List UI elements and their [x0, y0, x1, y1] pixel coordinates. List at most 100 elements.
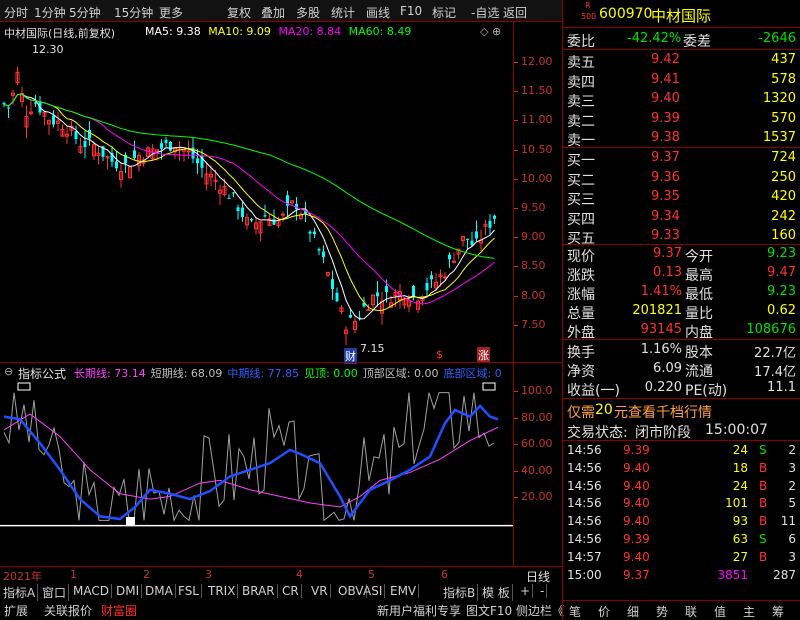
bid-price: 9.34 — [651, 208, 680, 224]
toolbar-10[interactable]: F10 — [400, 4, 422, 18]
toolbar-9[interactable]: 画线 — [366, 4, 390, 21]
indicator-tab[interactable]: ASI — [363, 584, 386, 598]
indicator-tab[interactable]: BRAR — [242, 584, 278, 598]
indicator-tab[interactable]: 窗口 — [42, 584, 70, 601]
stat2-value: 1.16% — [640, 342, 682, 357]
indicator-tab[interactable]: 模 板 — [482, 584, 513, 601]
candle-body — [7, 107, 10, 109]
promo-link[interactable]: 仅需 20 元查看千档行情 — [563, 401, 800, 421]
candle-body — [313, 231, 316, 235]
bottom-tab[interactable]: 图文F10 — [466, 602, 512, 619]
detail-tab[interactable]: 势 — [656, 603, 668, 620]
tick-time: 14:56 — [567, 514, 602, 529]
bottom-tab[interactable]: 扩展 — [4, 602, 28, 619]
bottom-tab[interactable]: 新用户福利专享 — [377, 602, 461, 619]
bid-volume: 242 — [771, 208, 796, 224]
toolbar-11[interactable]: 标记 — [432, 4, 456, 21]
indicator-tab[interactable]: MACD — [73, 584, 112, 598]
main-chart-title: 中材国际(日线,前复权) — [4, 27, 116, 40]
detail-tab[interactable]: 筹 — [772, 603, 784, 620]
candle-body — [241, 207, 244, 218]
ask-volume: 1320 — [762, 91, 796, 106]
ma60-legend: MA60: 8.49 — [348, 25, 412, 38]
indicator-chart[interactable] — [0, 380, 513, 566]
rank-badge: R — [585, 1, 591, 10]
candlestick-chart[interactable] — [0, 40, 513, 362]
candle-body — [52, 115, 55, 125]
bottom-tab[interactable]: 关联报价 — [44, 602, 92, 619]
toolbar-6[interactable]: 叠加 — [261, 4, 285, 21]
ask-row: 卖一 9.38 1537 — [563, 129, 800, 149]
detail-tab[interactable]: 细 — [627, 603, 639, 620]
order-ratio-row: 委比 -42.42% 委差 -2646 — [563, 30, 800, 50]
tick-direction: S — [759, 532, 767, 546]
toolbar-2[interactable]: 5分钟 — [69, 4, 101, 21]
tick-volume: 24 — [732, 443, 748, 457]
detail-tab[interactable]: 主 — [743, 603, 755, 620]
indicator-tab[interactable]: 指标A — [3, 584, 39, 601]
detail-tab[interactable]: 笔 — [569, 603, 581, 620]
toolbar-0[interactable]: 分时 — [4, 4, 28, 21]
detail-tab[interactable]: 联 — [685, 603, 697, 620]
stat-value: 9.37 — [653, 246, 682, 261]
tick-price: 9.40 — [623, 478, 650, 493]
indicator-tab[interactable]: CR — [282, 584, 302, 598]
ma10-line — [3, 93, 495, 311]
dividend-marker[interactable]: $ — [436, 348, 443, 361]
price-tick: 7.50 — [521, 317, 546, 331]
indicator-tab[interactable]: - — [540, 584, 548, 598]
top-zone-marker — [482, 382, 496, 391]
limit-up-marker[interactable]: 涨 — [477, 347, 490, 363]
ask-volume: 578 — [771, 71, 796, 87]
indicator-tab[interactable]: VR — [311, 584, 331, 598]
indicator-tab[interactable]: 指标B — [443, 584, 479, 601]
toolbar-5[interactable]: 复权 — [227, 4, 251, 21]
toolbar-12[interactable]: -自选 — [471, 4, 499, 21]
candle-body — [475, 231, 478, 239]
indicator-tab[interactable]: EMV — [390, 584, 420, 598]
indicator-tab[interactable]: TRIX — [208, 584, 239, 598]
chart-settings-icon[interactable]: ◇ ⊕ — [480, 25, 501, 38]
toolbar-8[interactable]: 统计 — [331, 4, 355, 21]
indicator-tab[interactable]: DMI — [116, 584, 143, 598]
candle-body — [186, 150, 191, 153]
indicator-legend-item: 见顶: 0.00 — [304, 367, 358, 380]
bid-price: 9.37 — [651, 150, 680, 165]
ma20-legend: MA20: 8.84 — [278, 25, 342, 38]
price-tick: 12.00 — [521, 55, 553, 68]
detail-tab[interactable]: 值 — [714, 603, 726, 620]
indicator-tab[interactable]: DMA — [145, 584, 176, 598]
indicator-tab[interactable]: + — [520, 584, 534, 598]
candle-body — [335, 292, 339, 302]
candle-body — [250, 218, 253, 221]
tick-row: 14:56 9.39 24 S 2 — [563, 442, 800, 461]
stat2-label: 股本 — [685, 345, 713, 361]
stat-label: 现价 — [567, 249, 595, 265]
tick-direction: B — [759, 549, 768, 564]
period-toolbar: 分时 1分钟 5分钟 15分钟 更多 复权 叠加 多股 统计 画线 F10 标记 -自选 返回 — [0, 0, 562, 22]
candle-body — [88, 129, 91, 139]
tick-row: 14:56 9.40 24 B 2 — [563, 478, 800, 497]
tick-price: 9.39 — [623, 443, 650, 457]
bottom-tab[interactable]: 侧边栏《 — [516, 602, 564, 619]
stat2-value: 6.09 — [653, 361, 682, 376]
tick-volume: 27 — [732, 549, 748, 564]
indicator-settings-icon[interactable]: ⊖ — [4, 365, 13, 378]
bottom-tab[interactable]: 财富圈 — [101, 602, 137, 619]
toolbar-13[interactable]: 返回 — [503, 4, 527, 21]
stock-code: 600970 — [599, 6, 653, 22]
candle-body — [74, 131, 78, 139]
toolbar-4[interactable]: 更多 — [159, 4, 183, 21]
detail-tab[interactable]: 价 — [598, 603, 610, 620]
toolbar-7[interactable]: 多股 — [296, 4, 320, 21]
toolbar-1[interactable]: 1分钟 — [34, 4, 66, 21]
bid-price: 9.33 — [651, 228, 680, 243]
main-chart-legend: MA5: 9.38 MA10: 9.09 MA20: 8.84 MA60: 8.… — [145, 25, 411, 38]
tick-price: 9.37 — [623, 567, 650, 582]
tick-volume: 93 — [732, 514, 748, 529]
indicator-tab[interactable]: FSL — [178, 584, 202, 598]
toolbar-3[interactable]: 15分钟 — [114, 4, 153, 21]
promo-text-c: 元查看千档行情 — [614, 405, 712, 421]
indicator-tick: 60.00 — [521, 437, 553, 451]
tick-direction: S — [759, 443, 767, 457]
